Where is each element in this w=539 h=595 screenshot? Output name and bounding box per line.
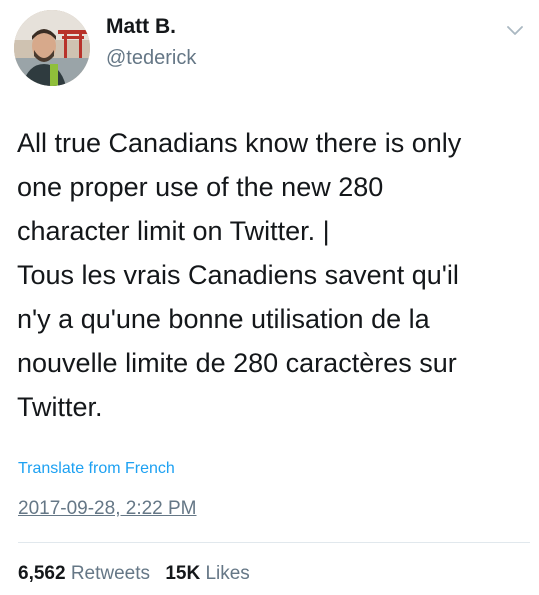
tweet-text: All true Canadians know there is only on… — [17, 121, 527, 429]
translate-link[interactable]: Translate from French — [18, 460, 175, 478]
tweet-stats: 6,562 Retweets 15K Likes — [18, 563, 260, 585]
avatar[interactable] — [14, 10, 90, 86]
tweet-text-line: one proper use of the new 280 — [17, 172, 384, 202]
tweet-text-line: All true Canadians know there is only — [17, 128, 462, 158]
author-handle[interactable]: @tederick — [106, 47, 196, 70]
tweet-text-line: character limit on Twitter. | — [17, 216, 330, 246]
likes-stat[interactable]: 15K Likes — [165, 563, 250, 585]
tweet-text-line: n'y a qu'une bonne utilisation de la — [17, 304, 430, 334]
divider — [18, 542, 530, 543]
likes-count: 15K — [165, 563, 201, 584]
retweets-count: 6,562 — [18, 563, 66, 584]
tweet-text-line: nouvelle limite de 280 caractères sur — [17, 348, 457, 378]
retweets-label: Retweets — [70, 563, 151, 584]
author-name[interactable]: Matt B. — [106, 15, 176, 39]
avatar-photo — [14, 10, 90, 86]
tweet-text-line: Twitter. — [17, 392, 103, 422]
chevron-down-icon[interactable] — [506, 24, 524, 38]
tweet-text-line: Tous les vrais Canadiens savent qu'il — [17, 260, 459, 290]
tweet-card: Matt B. @tederick All true Canadians kno… — [0, 0, 539, 595]
likes-label: Likes — [205, 563, 250, 584]
retweets-stat[interactable]: 6,562 Retweets — [18, 563, 150, 585]
tweet-timestamp[interactable]: 2017-09-28, 2:22 PM — [18, 498, 197, 520]
